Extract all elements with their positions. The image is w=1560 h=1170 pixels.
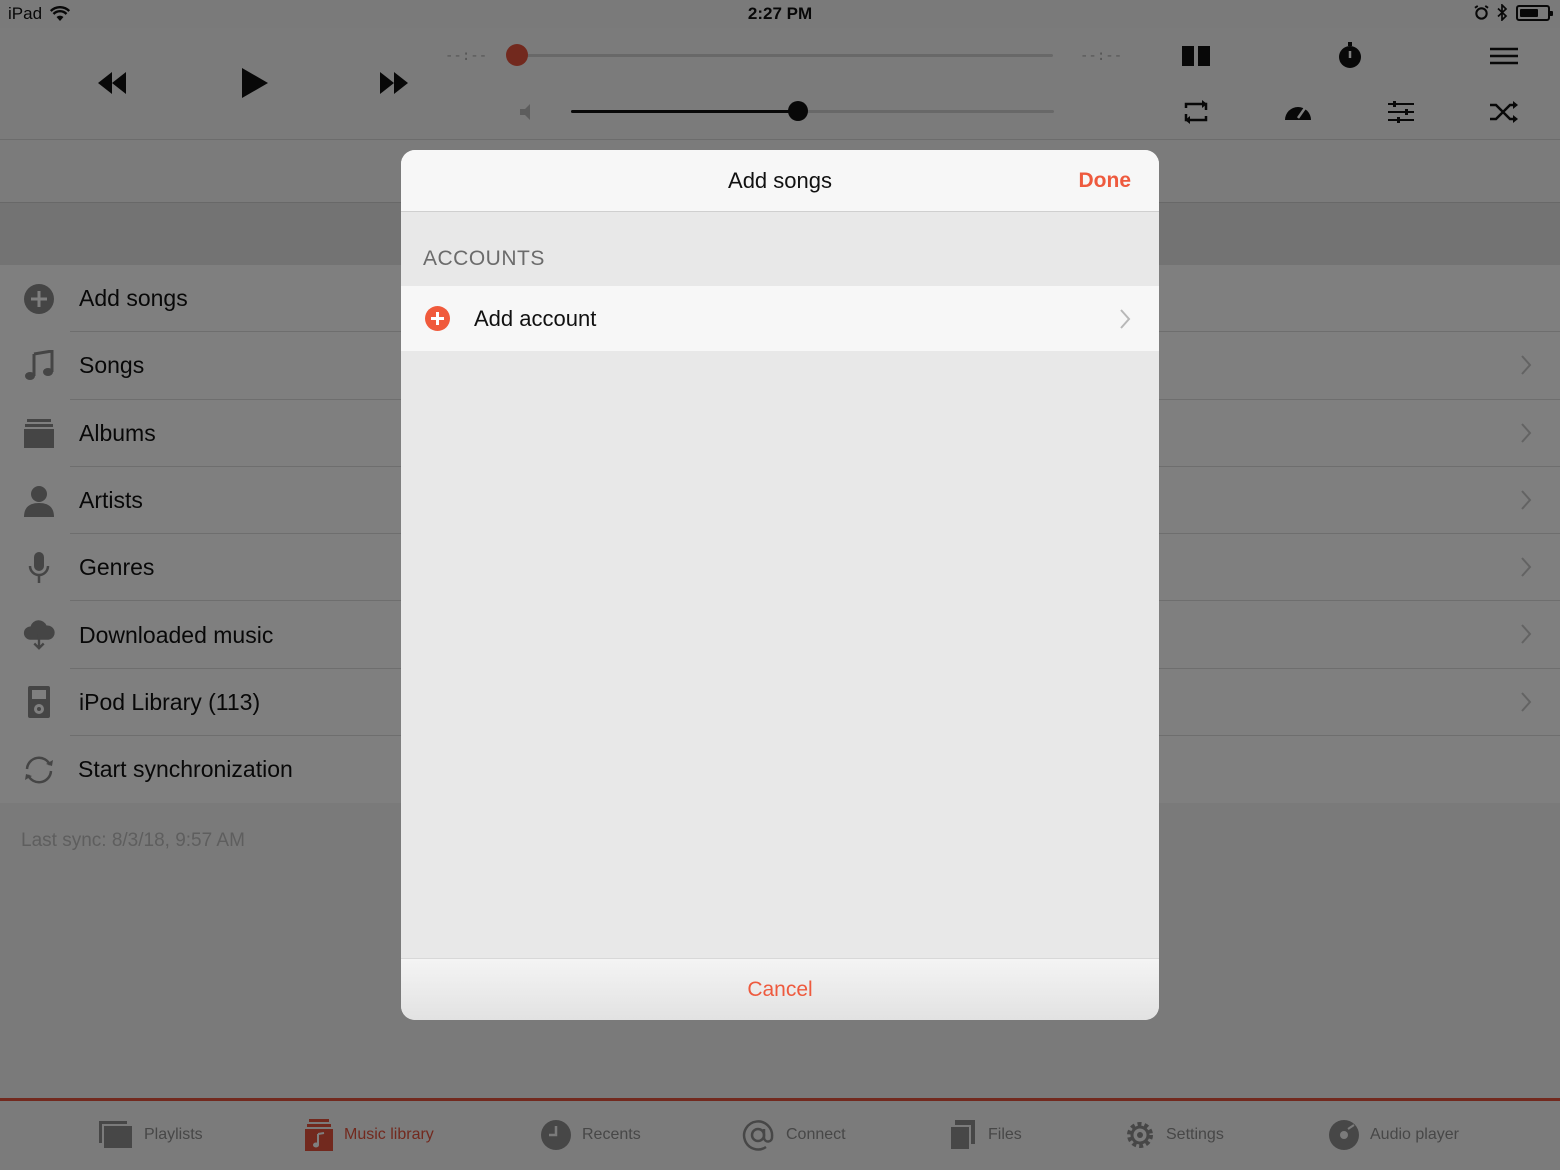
modal-title: Add songs [728,168,832,193]
done-button[interactable]: Done [1079,169,1132,193]
chevron-right-icon [1120,309,1131,329]
accounts-section-header: ACCOUNTS [423,247,545,270]
add-songs-modal: Add songs Done ACCOUNTS Add account Canc… [401,150,1159,1020]
add-account-label: Add account [474,306,597,331]
add-circle-icon [425,306,450,331]
modal-header: Add songs Done [401,150,1159,212]
cancel-button[interactable]: Cancel [401,958,1159,1020]
add-account-row[interactable]: Add account [401,286,1159,351]
